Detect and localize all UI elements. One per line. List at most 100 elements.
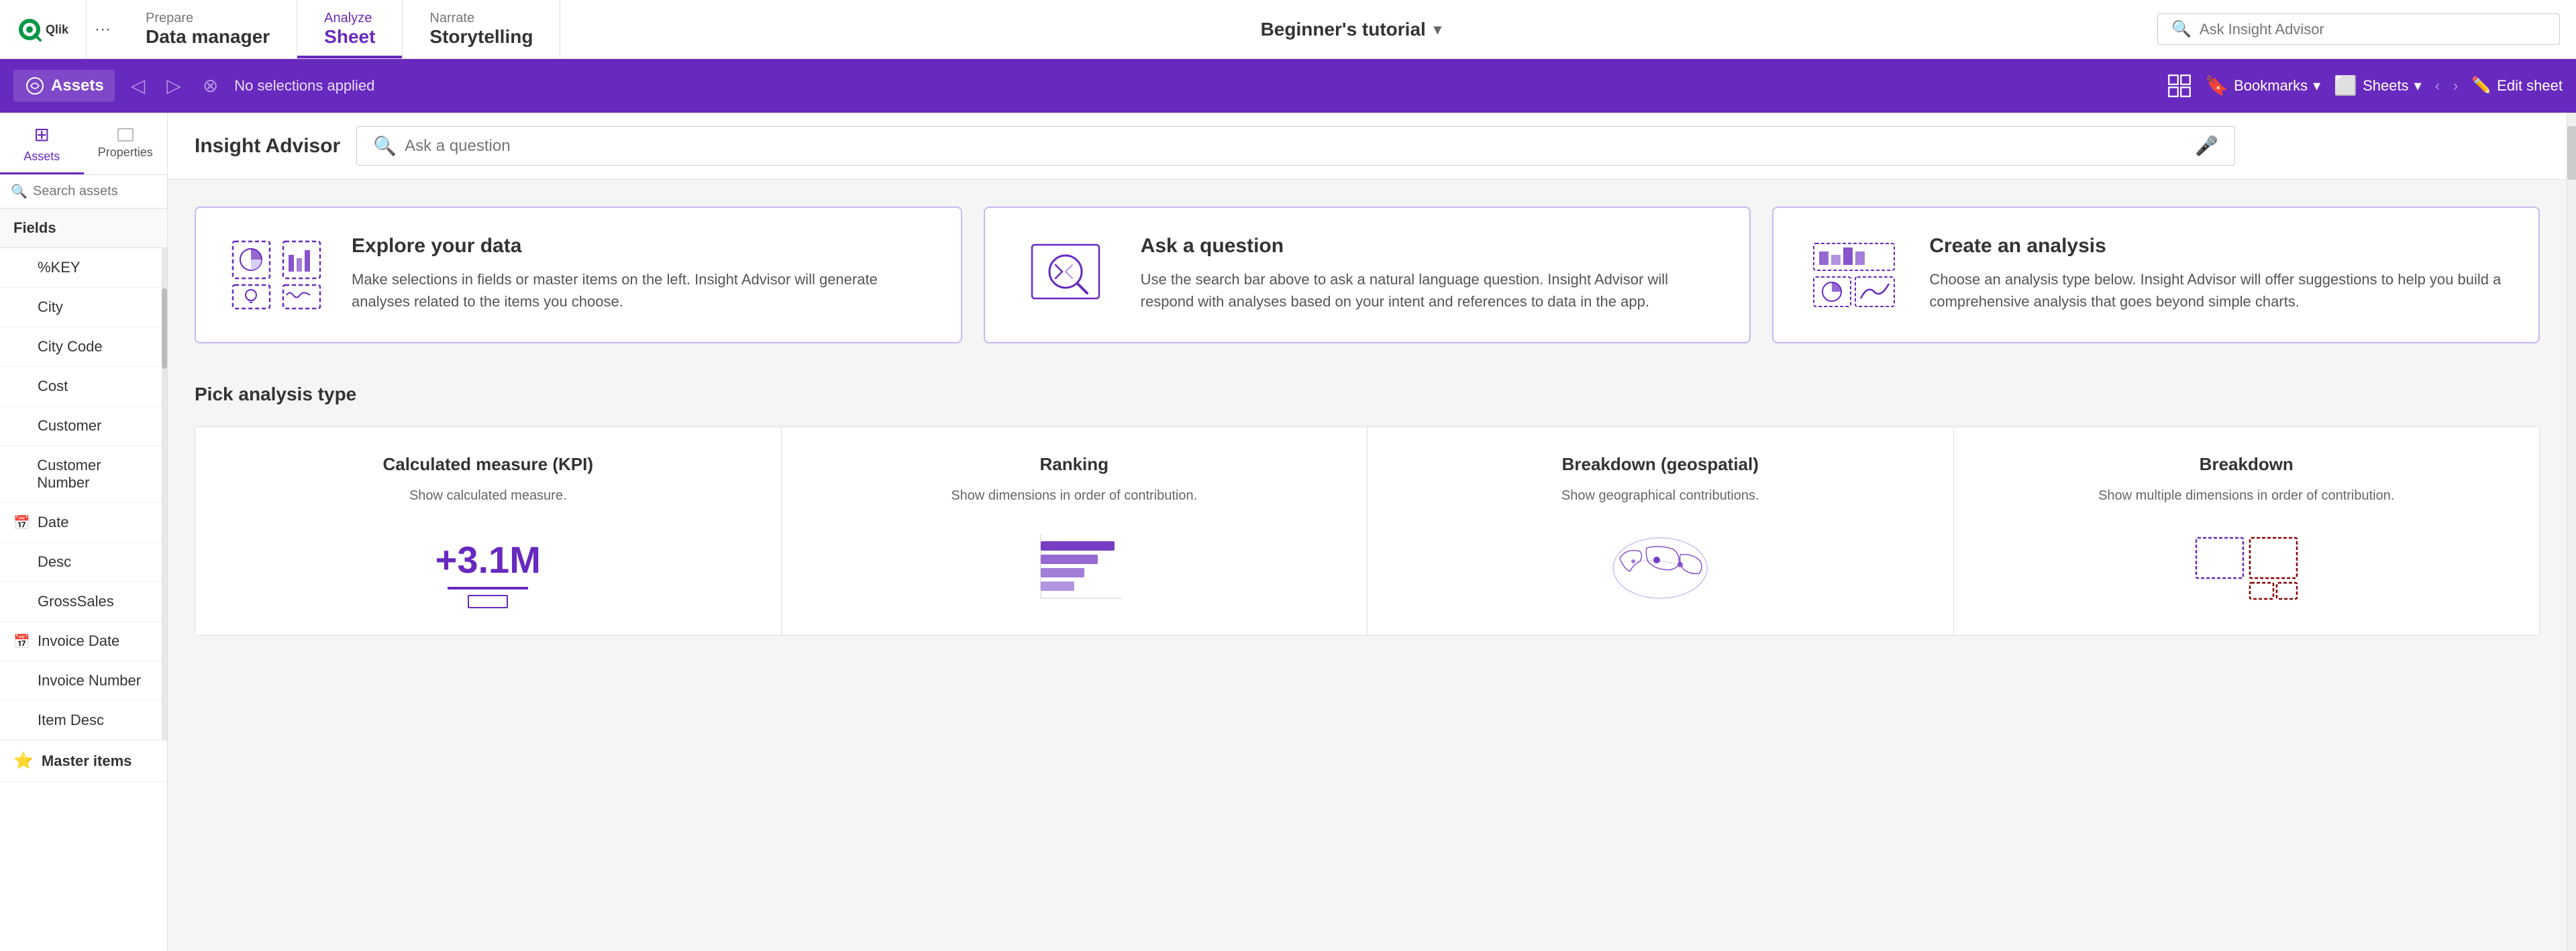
field-item-city[interactable]: City [0, 288, 167, 327]
search-assets-bar[interactable]: 🔍 [0, 175, 167, 209]
info-cards: Explore your data Make selections in fie… [195, 207, 2540, 343]
master-items-item[interactable]: ⭐ Master items [0, 740, 167, 782]
breakdown-title: Breakdown [2200, 454, 2294, 475]
insight-advisor-label: Assets [51, 76, 104, 95]
analysis-section-title: Pick analysis type [195, 384, 2540, 405]
search-assets-input[interactable] [33, 184, 167, 199]
field-item-customer-number[interactable]: Customer Number [0, 446, 167, 503]
field-cost-label: Cost [38, 378, 68, 395]
selection-forward-button[interactable]: ▷ [161, 69, 187, 102]
kpi-box [468, 595, 508, 608]
app-title[interactable]: Beginner's tutorial ▾ [1261, 19, 1441, 40]
ranking-icon-svg [1021, 535, 1128, 602]
analysis-card-breakdown[interactable]: Breakdown Show multiple dimensions in or… [1954, 427, 2540, 635]
field-item-item-desc[interactable]: Item Desc [0, 701, 167, 740]
field-customer-number-label: Customer Number [37, 457, 154, 492]
qlik-logo-icon: Qlik [16, 16, 70, 43]
right-scrollbar [2567, 113, 2576, 951]
app-title-chevron: ▾ [1434, 21, 1441, 38]
ask-card-title: Ask a question [1141, 235, 1723, 258]
analysis-cards: Calculated measure (KPI) Show calculated… [195, 427, 2540, 636]
ranking-desc: Show dimensions in order of contribution… [951, 488, 1197, 504]
geospatial-title: Breakdown (geospatial) [1562, 454, 1759, 475]
scrollbar-track [162, 248, 167, 740]
create-card-content: Create an analysis Choose an analysis ty… [1929, 235, 2512, 313]
assets-icon: ⊞ [34, 123, 50, 146]
insight-header: Insight Advisor 🔍 🎤 [168, 113, 2567, 180]
fields-list: %KEY City City Code Cost [0, 248, 167, 740]
edit-icon: ✏️ [2471, 76, 2491, 95]
ask-card-desc: Use the search bar above to ask a natura… [1141, 268, 1723, 313]
top-search-input[interactable] [2200, 21, 2546, 38]
sheets-label: Sheets [2363, 77, 2409, 95]
field-item-date[interactable]: 📅 Date [0, 503, 167, 543]
explore-card-desc: Make selections in fields or master item… [352, 268, 934, 313]
nav-more-button[interactable]: ··· [87, 0, 119, 58]
field-item-invoice-date[interactable]: 📅 Invoice Date [0, 622, 167, 661]
field-desc-label: Desc [38, 553, 71, 571]
selection-back-button[interactable]: ◁ [125, 69, 151, 102]
right-scrollbar-thumb[interactable] [2567, 126, 2576, 180]
scrollbar-thumb[interactable] [162, 288, 167, 369]
ask-card-icon [1012, 235, 1119, 315]
field-item-gross-sales[interactable]: GrossSales [0, 582, 167, 622]
field-item-key[interactable]: %KEY [0, 248, 167, 288]
tab-prepare[interactable]: Prepare Data manager [119, 0, 297, 58]
fields-label: Fields [13, 219, 56, 236]
field-item-desc-label: Item Desc [38, 712, 104, 729]
analysis-card-geospatial[interactable]: Breakdown (geospatial) Show geographical… [1368, 427, 1954, 635]
field-item-customer[interactable]: Customer [0, 406, 167, 446]
field-item-city-code[interactable]: City Code [0, 327, 167, 367]
field-invoice-number-label: Invoice Number [38, 672, 141, 689]
top-search-icon: 🔍 [2171, 19, 2192, 39]
bookmarks-button[interactable]: 🔖 Bookmarks ▾ [2205, 74, 2320, 97]
insight-search-input[interactable] [405, 137, 2187, 156]
no-selections-label: No selections applied [234, 77, 2157, 95]
create-card-icon [1800, 235, 1908, 315]
assets-tab[interactable]: ⊞ Assets [0, 113, 84, 174]
field-item-invoice-number[interactable]: Invoice Number [0, 661, 167, 701]
top-ask-search[interactable]: 🔍 [2157, 13, 2560, 45]
nav-tabs: Prepare Data manager Analyze Sheet Narra… [119, 0, 560, 58]
analysis-section: Pick analysis type Calculated measure (K… [195, 384, 2540, 636]
content-area: Insight Advisor 🔍 🎤 [168, 113, 2567, 951]
search-icon: 🔍 [11, 183, 28, 200]
create-card: Create an analysis Choose an analysis ty… [1772, 207, 2540, 343]
properties-tab[interactable]: Properties [84, 113, 168, 174]
nav-prev-button[interactable]: ‹ [2435, 77, 2440, 95]
master-items-label: Master items [42, 752, 132, 770]
analysis-card-kpi[interactable]: Calculated measure (KPI) Show calculated… [195, 427, 782, 635]
create-icon-svg [1807, 238, 1901, 312]
breakdown-icon-svg [2193, 535, 2300, 602]
insight-advisor-button[interactable]: Assets [13, 70, 115, 102]
mic-icon[interactable]: 🎤 [2195, 135, 2218, 157]
kpi-desc: Show calculated measure. [409, 488, 567, 504]
insight-icon [24, 75, 46, 97]
sheets-button[interactable]: ⬜ Sheets ▾ [2334, 74, 2421, 97]
sheets-chevron: ▾ [2414, 77, 2422, 95]
field-key-label: %KEY [38, 259, 81, 276]
properties-icon [117, 128, 134, 142]
selection-clear-button[interactable]: ⊗ [197, 69, 223, 102]
nav-logo: Qlik [0, 0, 87, 58]
create-card-title: Create an analysis [1929, 235, 2512, 258]
tab-narrate[interactable]: Narrate Storytelling [403, 0, 560, 58]
kpi-title: Calculated measure (KPI) [382, 454, 593, 475]
nav-next-button[interactable]: › [2453, 77, 2458, 95]
ask-card-content: Ask a question Use the search bar above … [1141, 235, 1723, 313]
toolbar-right: 🔖 Bookmarks ▾ ⬜ Sheets ▾ ‹ › ✏️ Edit she… [2167, 74, 2563, 98]
field-item-desc[interactable]: Desc [0, 543, 167, 582]
bookmarks-label: Bookmarks [2234, 77, 2308, 95]
field-date-cal-icon: 📅 [13, 514, 30, 531]
explore-icon-svg [229, 238, 323, 312]
insight-search-bar[interactable]: 🔍 🎤 [356, 126, 2235, 166]
tab-analyze[interactable]: Analyze Sheet [297, 0, 403, 58]
field-item-cost[interactable]: Cost [0, 367, 167, 406]
edit-sheet-button[interactable]: ✏️ Edit sheet [2471, 76, 2563, 95]
insight-search-icon: 🔍 [373, 135, 397, 157]
fields-header: Fields [0, 209, 167, 248]
grid-view-button[interactable] [2167, 74, 2192, 98]
field-invoice-date-label: Invoice Date [38, 632, 119, 650]
analysis-card-ranking[interactable]: Ranking Show dimensions in order of cont… [782, 427, 1368, 635]
field-gross-sales-label: GrossSales [38, 593, 114, 610]
